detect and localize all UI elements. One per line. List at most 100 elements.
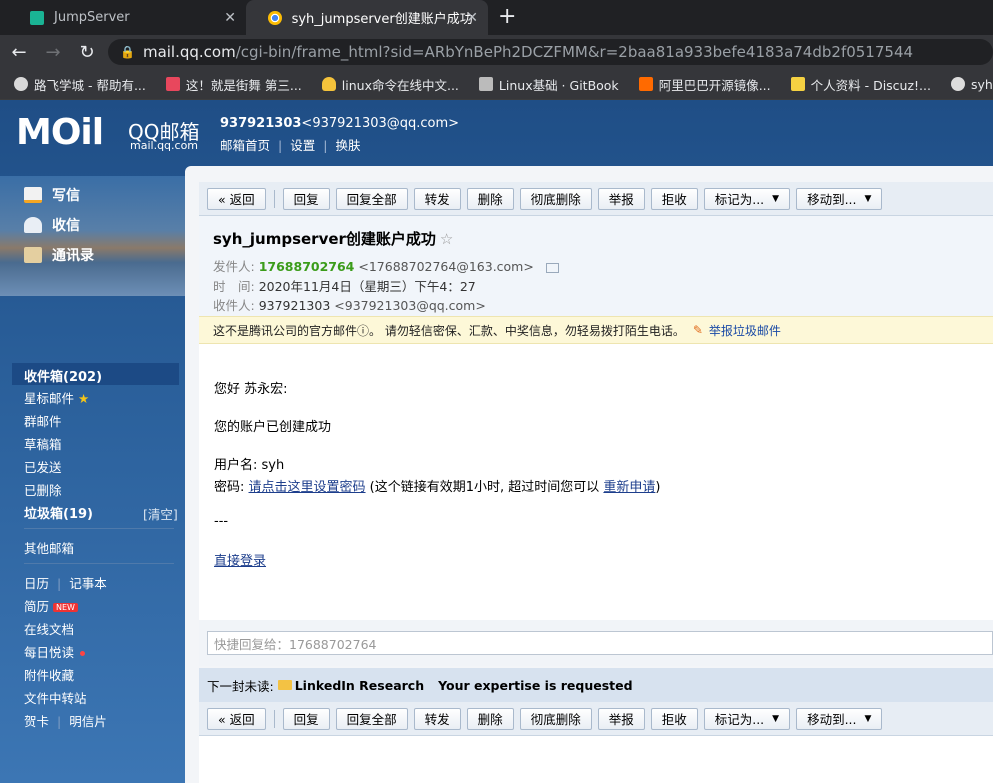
to-label: 收件人:	[213, 298, 255, 313]
delete-button[interactable]: 删除	[466, 187, 514, 210]
report-button[interactable]: 举报	[597, 707, 645, 730]
clear-spam-link[interactable]: [清空]	[143, 504, 178, 523]
sidebar-item-card[interactable]: 贺卡	[24, 714, 49, 729]
sidebar-item-drafts[interactable]: 草稿箱	[24, 434, 62, 453]
back-button[interactable]: « 返回	[207, 187, 266, 210]
direct-login-link[interactable]: 直接登录	[214, 550, 266, 569]
time-row: 时 间: 2020年11月4日（星期三）下午4：27	[213, 276, 476, 295]
bookmark-item[interactable]: linux命令在线中文...	[321, 75, 459, 94]
next-unread-subject[interactable]: Your expertise is requested	[438, 678, 632, 693]
url-input[interactable]: 🔒 mail.qq.com/cgi-bin/frame_html?sid=ARb…	[108, 39, 993, 65]
report-spam-link[interactable]: 举报垃圾邮件	[709, 322, 781, 339]
sidebar-item-notebook[interactable]: 记事本	[69, 576, 107, 591]
reply-all-button[interactable]: 回复全部	[335, 187, 408, 210]
reply-all-button[interactable]: 回复全部	[335, 707, 408, 730]
write-mail-button[interactable]: 写信	[24, 185, 80, 205]
set-password-link[interactable]: 请点击这里设置密码	[249, 480, 366, 495]
greeting-text: 您好 苏永宏:	[214, 382, 288, 397]
reject-button[interactable]: 拒收	[650, 187, 698, 210]
sidebar-item-deleted[interactable]: 已删除	[24, 480, 62, 499]
user-account: 937921303<937921303@qq.com>	[220, 116, 459, 131]
star-toggle-icon[interactable]: ☆	[440, 230, 453, 248]
linux-penguin-icon	[321, 77, 336, 91]
report-button[interactable]: 举报	[597, 187, 645, 210]
next-unread-sender[interactable]: LinkedIn Research	[295, 678, 424, 693]
qqmail-logo[interactable]: MOil	[16, 112, 104, 153]
sidebar-item-spam[interactable]: 垃圾箱(19)	[24, 503, 93, 522]
bookmark-label: 阿里巴巴开源镜像...	[658, 77, 771, 93]
sidebar-item-docs[interactable]: 在线文档	[24, 619, 74, 638]
forward-arrow-icon[interactable]: →	[38, 42, 68, 63]
book-icon	[478, 77, 493, 91]
delete-permanently-button[interactable]: 彻底删除	[519, 707, 592, 730]
reject-button[interactable]: 拒收	[650, 707, 698, 730]
pencil-icon	[24, 187, 42, 203]
sidebar-item-starred[interactable]: 星标邮件 ★	[24, 388, 89, 407]
bookmark-item[interactable]: Linux基础 · GitBook	[478, 75, 619, 94]
recipient-name[interactable]: 937921303	[259, 298, 331, 313]
move-to-dropdown[interactable]: 移动到... ▼	[796, 187, 883, 210]
tab-qqmail[interactable]: syh_jumpserver创建账户成功 - ✕	[246, 0, 488, 35]
receive-mail-button[interactable]: 收信	[24, 215, 80, 235]
sender-name[interactable]: 17688702764	[259, 259, 355, 274]
mail-toolbar-top: « 返回 回复 回复全部 转发 删除 彻底删除 举报 拒收 标记为... ▼ 移动…	[199, 182, 993, 216]
inbox-tray-icon	[24, 217, 42, 233]
mark-as-dropdown[interactable]: 标记为... ▼	[703, 707, 791, 730]
sidebar-item-postcard[interactable]: 明信片	[69, 714, 107, 729]
reapply-link[interactable]: 重新申请	[603, 480, 655, 495]
sidebar-item-sent[interactable]: 已发送	[24, 457, 62, 476]
mark-as-dropdown[interactable]: 标记为... ▼	[703, 187, 791, 210]
sidebar-item-resume[interactable]: 简历 NEW	[24, 596, 78, 615]
bookmark-item[interactable]: 个人资料 - Discuz!...	[790, 75, 931, 94]
back-arrow-icon[interactable]: ←	[4, 42, 34, 63]
tab-jumpserver[interactable]: JumpServer ✕	[8, 0, 246, 35]
mark-as-label: 标记为...	[714, 192, 765, 207]
chevron-down-icon: ▼	[864, 713, 872, 724]
bookmark-item[interactable]: 阿里巴巴开源镜像...	[638, 75, 771, 94]
address-bar-row: ← → ↻ 🔒 mail.qq.com/cgi-bin/frame_html?s…	[0, 35, 993, 69]
bookmark-item[interactable]: syh - ...	[950, 77, 993, 92]
bookmarks-bar: 路飞学城 - 帮助有... 这！就是街舞 第三... linux命令在线中文..…	[0, 69, 993, 100]
reply-button[interactable]: 回复	[282, 187, 330, 210]
back-button[interactable]: « 返回	[207, 707, 266, 730]
bookmark-label: Linux基础 · GitBook	[498, 77, 619, 93]
mailbox-home-link[interactable]: 邮箱首页	[220, 138, 270, 153]
security-warning-bar: 这不是腾讯公司的官方邮件ⓘ。 请勿轻信密保、汇款、中奖信息，勿轻易拨打陌生电话。…	[199, 316, 993, 344]
receive-label: 收信	[52, 218, 80, 234]
inbox-label[interactable]: 收件箱(202)	[24, 366, 102, 385]
sidebar-divider	[24, 563, 174, 564]
contacts-button[interactable]: 通讯录	[24, 245, 94, 265]
account-created-text: 您的账户已创建成功	[214, 420, 332, 435]
person-icon	[14, 77, 28, 91]
recipient-address: <937921303@qq.com>	[334, 298, 486, 313]
delete-button[interactable]: 删除	[466, 707, 514, 730]
change-skin-link[interactable]: 换肤	[335, 138, 360, 153]
sidebar-item-daily[interactable]: 每日悦读	[24, 642, 86, 661]
close-tab-icon[interactable]: ✕	[224, 10, 236, 26]
forward-button[interactable]: 转发	[413, 187, 461, 210]
contact-card-icon[interactable]	[545, 262, 559, 273]
bookmark-item[interactable]: 路飞学城 - 帮助有...	[14, 75, 146, 94]
resume-label: 简历	[24, 599, 50, 614]
forward-button[interactable]: 转发	[413, 707, 461, 730]
sidebar-item-calendar[interactable]: 日历	[24, 576, 49, 591]
quick-reply-input[interactable]: 快捷回复给：17688702764	[207, 631, 993, 655]
mark-as-label: 标记为...	[714, 712, 765, 727]
settings-link[interactable]: 设置	[290, 138, 315, 153]
move-to-dropdown[interactable]: 移动到... ▼	[796, 707, 883, 730]
write-label: 写信	[52, 188, 80, 204]
sidebar-item-other-mailbox[interactable]: 其他邮箱	[24, 538, 74, 557]
bookmark-item[interactable]: 这！就是街舞 第三...	[165, 75, 302, 94]
sidebar-item-transfer[interactable]: 文件中转站	[24, 688, 87, 707]
sidebar-item-group[interactable]: 群邮件	[24, 411, 62, 430]
subject-text: syh_jumpserver创建账户成功	[213, 230, 436, 248]
unread-dot-icon	[80, 651, 86, 656]
delete-permanently-button[interactable]: 彻底删除	[519, 187, 592, 210]
new-tab-button[interactable]: +	[498, 4, 516, 29]
sidebar-item-attachments[interactable]: 附件收藏	[24, 665, 74, 684]
close-paren: )	[655, 480, 661, 495]
reload-icon[interactable]: ↻	[72, 42, 102, 63]
reply-button[interactable]: 回复	[282, 707, 330, 730]
close-tab-icon[interactable]: ✕	[466, 10, 478, 26]
mail-subject: syh_jumpserver创建账户成功 ☆	[213, 228, 453, 249]
